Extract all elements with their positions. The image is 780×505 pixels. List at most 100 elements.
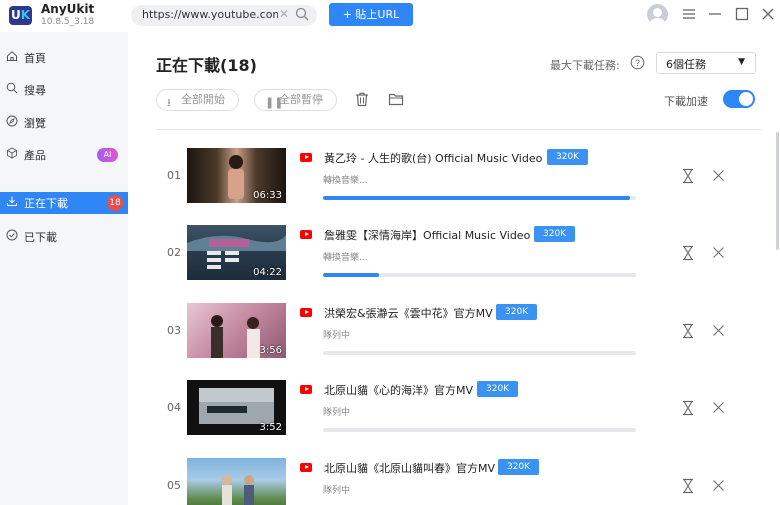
quality-badge: 320K <box>547 149 589 165</box>
paste-url-button[interactable]: + 貼上URL <box>329 3 413 26</box>
video-thumbnail: 04:22 <box>187 225 286 280</box>
download-status: 轉換音樂... <box>323 176 368 186</box>
row-number: 05 <box>167 479 181 492</box>
avatar[interactable] <box>647 4 668 25</box>
sidebar-item-label: 首頁 <box>24 52 46 65</box>
accel-label: 下載加速 <box>664 95 708 108</box>
download-icon <box>7 196 17 206</box>
video-title: 黃乙玲 - 人生的歌(台) Official Music Video <box>324 152 543 165</box>
video-title: 詹雅雯【深情海岸】Official Music Video <box>324 229 531 242</box>
download-row: 04 3:52 北原山貓《心的海洋》官方MV 320K 隊列中 <box>128 380 768 450</box>
app-version: 10.8.5_3.18 <box>41 17 95 27</box>
remove-icon[interactable] <box>712 479 725 492</box>
caret-down-icon: ▼ <box>738 57 745 67</box>
maximize-icon[interactable] <box>734 6 750 22</box>
download-count-badge: 18 <box>107 195 123 211</box>
accel-toggle[interactable] <box>723 90 755 108</box>
progress-fill <box>323 196 630 200</box>
progress-bar <box>323 428 636 432</box>
sidebar-item-label: 產品 <box>24 149 46 162</box>
youtube-icon <box>300 308 312 317</box>
max-tasks-select[interactable]: 6個任務 ▼ <box>656 52 756 74</box>
home-icon <box>7 51 17 61</box>
row-number: 04 <box>167 401 181 414</box>
folder-icon[interactable] <box>388 91 404 107</box>
video-duration: 3:52 <box>259 422 282 433</box>
hourglass-icon[interactable] <box>681 245 695 261</box>
main-panel: 正在下載(18) 最大下載任務: ? 6個任務 ▼ ⭳ 全部開始 ❚❚ 全部暫停 <box>128 32 780 505</box>
youtube-icon <box>300 230 312 239</box>
help-icon[interactable]: ? <box>630 55 645 70</box>
hourglass-icon[interactable] <box>681 400 695 416</box>
sidebar-item-browse[interactable]: 瀏覽 <box>0 112 128 134</box>
video-title: 洪榮宏&張瀞云《雲中花》官方MV <box>324 307 493 320</box>
remove-icon[interactable] <box>712 246 725 259</box>
sidebar-item-label: 已下載 <box>24 231 57 244</box>
video-thumbnail <box>187 458 286 505</box>
video-duration: 3:56 <box>259 345 282 356</box>
video-title: 北原山貓《心的海洋》官方MV <box>324 384 474 397</box>
start-all-button[interactable]: ⭳ 全部開始 <box>156 89 239 111</box>
quality-badge: 320K <box>534 226 576 242</box>
quality-badge: 320K <box>477 381 519 397</box>
hourglass-icon[interactable] <box>681 478 695 494</box>
title-bar: UK AnyUkit 10.8.5_3.18 https://www.youtu… <box>0 0 780 32</box>
search-icon[interactable] <box>295 7 309 21</box>
sidebar-item-label: 正在下載 <box>24 197 68 210</box>
download-status: 隊列中 <box>323 486 351 496</box>
remove-icon[interactable] <box>712 169 725 182</box>
video-thumbnail: 3:52 <box>187 380 286 435</box>
page-title: 正在下載(18) <box>156 56 257 75</box>
quality-badge: 320K <box>498 459 540 475</box>
sidebar-item-label: 搜尋 <box>24 84 46 97</box>
divider <box>156 129 762 130</box>
max-tasks-label: 最大下載任務: <box>550 59 620 72</box>
hourglass-icon[interactable] <box>681 168 695 184</box>
app-window: UK AnyUkit 10.8.5_3.18 https://www.youtu… <box>0 0 780 505</box>
download-row: 01 06:33 黃乙玲 - 人生的歌(台) Official Music Vi… <box>128 148 768 218</box>
scrollbar[interactable] <box>776 132 779 250</box>
sidebar-item-downloading[interactable]: 正在下載 18 <box>0 192 128 214</box>
youtube-icon <box>300 385 312 394</box>
youtube-icon <box>300 153 312 162</box>
ai-badge: AI <box>97 148 118 162</box>
app-name: AnyUkit <box>41 2 95 16</box>
download-row: 03 3:56 洪榮宏&張瀞云《雲中花》官方MV 320K 隊列中 <box>128 303 768 373</box>
trash-icon[interactable] <box>354 91 370 107</box>
remove-icon[interactable] <box>712 401 725 414</box>
sidebar-item-downloaded[interactable]: 已下載 <box>0 226 128 248</box>
sidebar-item-products[interactable]: 產品 AI <box>0 144 128 166</box>
progress-bar <box>323 196 636 200</box>
url-input[interactable]: https://www.youtube.com/playlist <box>131 5 317 26</box>
cube-icon <box>7 147 17 159</box>
pause-all-button[interactable]: ❚❚ 全部暫停 <box>254 89 337 111</box>
download-row: 05 北原山貓《北原山貓叫春》官方MV 320K 隊列中 <box>128 458 768 505</box>
video-duration: 04:22 <box>253 267 282 278</box>
youtube-icon <box>300 463 312 472</box>
hourglass-icon[interactable] <box>681 323 695 339</box>
minimize-icon[interactable] <box>707 6 723 22</box>
search-icon <box>6 82 18 94</box>
svg-text:?: ? <box>635 58 640 68</box>
video-thumbnail: 3:56 <box>187 303 286 358</box>
sidebar-item-home[interactable]: 首頁 <box>0 47 128 69</box>
row-number: 01 <box>167 169 181 182</box>
remove-icon[interactable] <box>712 324 725 337</box>
check-circle-icon <box>6 229 18 241</box>
close-icon[interactable] <box>760 6 776 22</box>
menu-icon[interactable] <box>681 6 697 22</box>
progress-fill <box>323 273 380 277</box>
row-number: 02 <box>167 246 181 259</box>
progress-bar <box>323 351 636 355</box>
row-number: 03 <box>167 324 181 337</box>
clear-icon[interactable]: ✕ <box>279 7 289 21</box>
download-status: 隊列中 <box>323 408 351 418</box>
download-status: 轉換音樂... <box>323 253 368 263</box>
download-row: 02 04:22 詹雅雯【深情海岸】Official Music Video 3… <box>128 225 768 295</box>
progress-bar <box>323 273 636 277</box>
sidebar-item-label: 瀏覽 <box>24 117 46 130</box>
video-thumbnail: 06:33 <box>187 148 286 203</box>
quality-badge: 320K <box>496 304 538 320</box>
app-logo: UK <box>9 6 32 25</box>
sidebar-item-search[interactable]: 搜尋 <box>0 79 128 101</box>
